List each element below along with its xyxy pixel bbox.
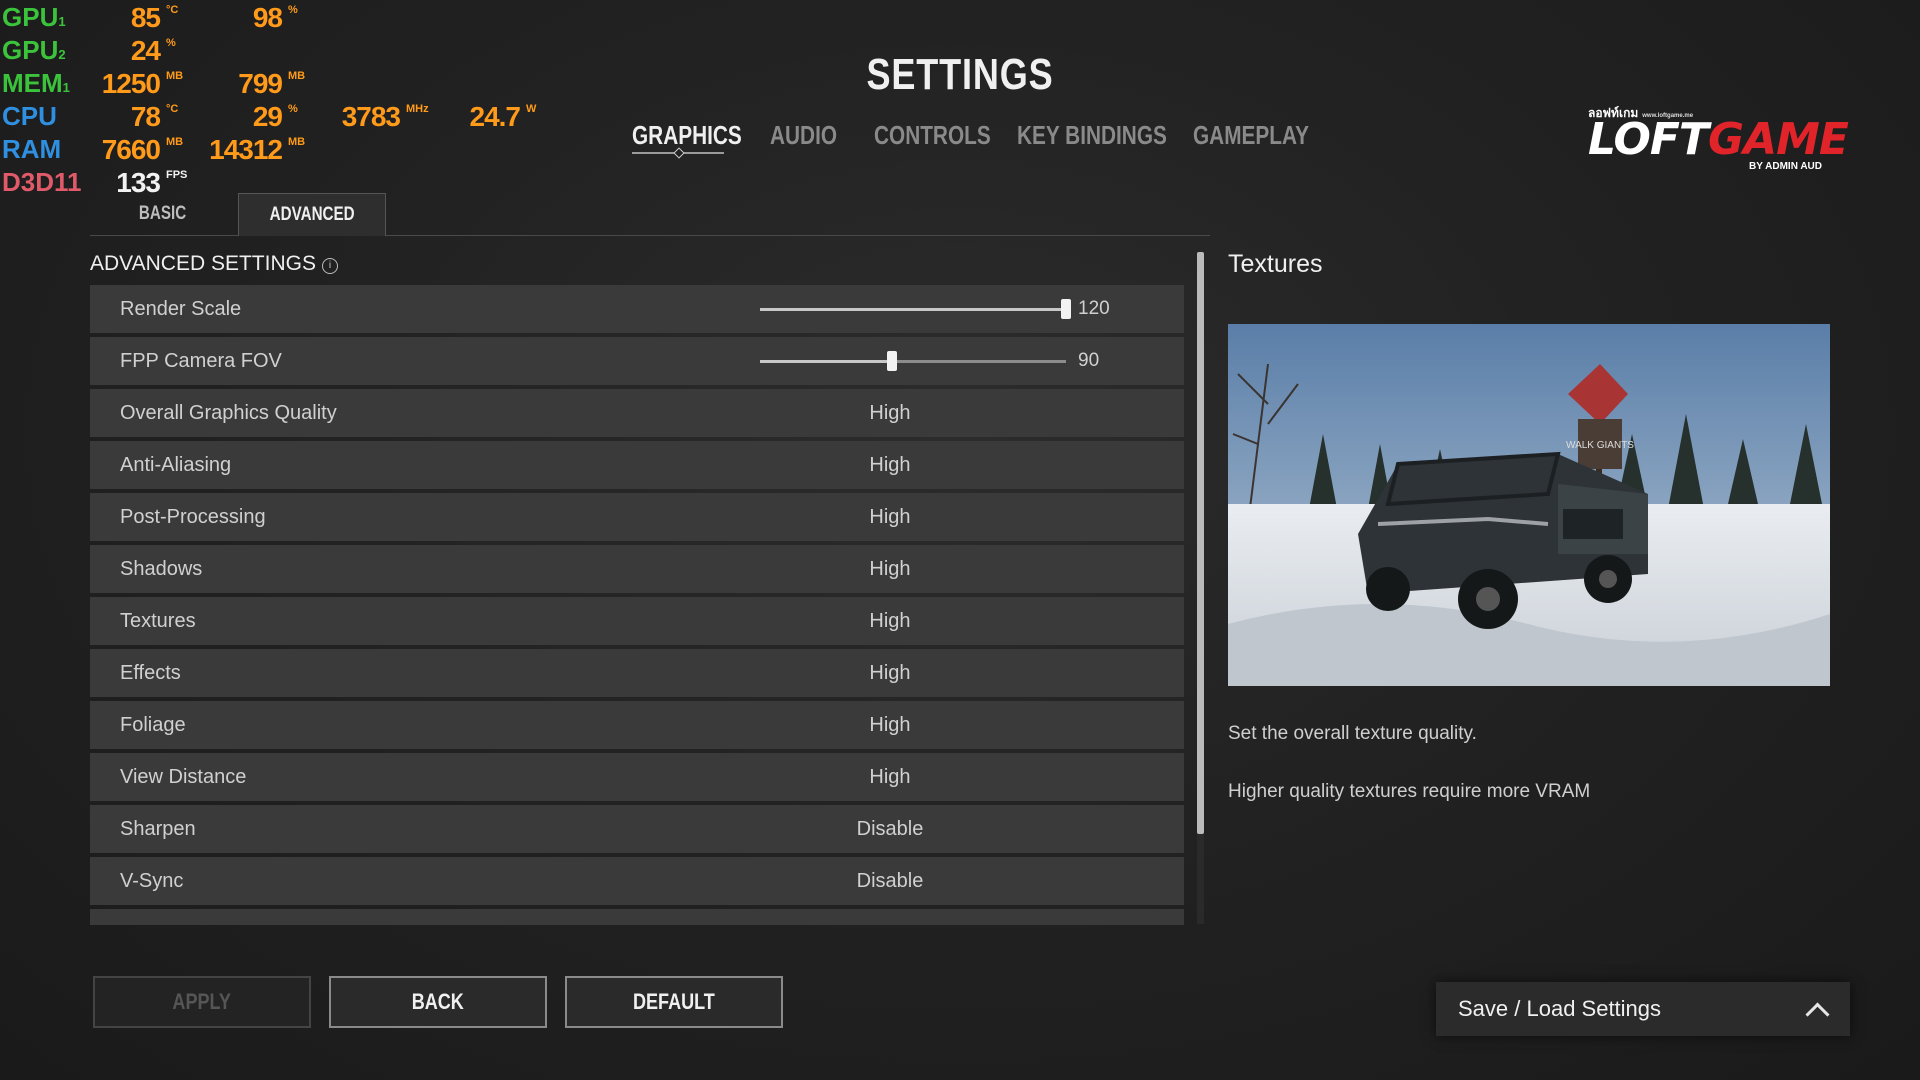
setting-label: Effects bbox=[120, 662, 181, 684]
slider-fill bbox=[760, 308, 1066, 311]
setting-label: Overall Graphics Quality bbox=[120, 402, 337, 424]
setting-value[interactable]: Disable bbox=[790, 805, 990, 853]
osd-unit: °C bbox=[166, 103, 179, 115]
slider-value: 90 bbox=[1078, 350, 1100, 371]
setting-label: V-Sync bbox=[120, 870, 184, 892]
osd-unit: % bbox=[288, 103, 298, 115]
setting-label: View Distance bbox=[120, 766, 247, 788]
page-title: SETTINGS bbox=[866, 50, 1054, 99]
description-line-1: Set the overall texture quality. bbox=[1228, 723, 1477, 744]
render-scale-slider[interactable] bbox=[760, 299, 1071, 319]
graphics-subtabs: BASIC ADVANCED bbox=[90, 193, 1210, 236]
save-load-label: Save / Load Settings bbox=[1458, 996, 1662, 1021]
osd-value: 24 bbox=[130, 35, 161, 66]
setting-row-textures[interactable]: Textures High bbox=[90, 597, 1184, 645]
setting-value[interactable]: High bbox=[790, 493, 990, 541]
setting-label: Sharpen bbox=[120, 818, 196, 840]
setting-value[interactable]: High bbox=[790, 545, 990, 593]
osd-unit: FPS bbox=[166, 169, 188, 181]
osd-label: GPU2 bbox=[2, 35, 66, 65]
setting-row-partial[interactable] bbox=[90, 909, 1184, 925]
logo-sub-text: BY ADMIN AUD bbox=[1749, 161, 1822, 172]
setting-row-foliage[interactable]: Foliage High bbox=[90, 701, 1184, 749]
setting-value[interactable]: High bbox=[790, 753, 990, 801]
setting-label: Foliage bbox=[120, 714, 186, 736]
osd-label: RAM bbox=[2, 134, 62, 164]
setting-row-sharpen[interactable]: Sharpen Disable bbox=[90, 805, 1184, 853]
description-title: Textures bbox=[1228, 250, 1323, 278]
setting-label: Render Scale bbox=[120, 298, 242, 320]
setting-row-anti-aliasing[interactable]: Anti-Aliasing High bbox=[90, 441, 1184, 489]
tab-graphics[interactable]: GRAPHICS bbox=[632, 120, 742, 151]
fov-slider[interactable] bbox=[760, 351, 1066, 371]
loftgame-logo: ลอฟท์เกม www.loftgame.me LOFTGAME BY ADMI… bbox=[1588, 104, 1849, 172]
apply-button[interactable]: APPLY bbox=[93, 976, 311, 1028]
setting-label: Textures bbox=[120, 610, 196, 632]
logo-main-text: LOFTGAME bbox=[1588, 114, 1849, 165]
osd-label: MEM1 bbox=[2, 68, 70, 98]
osd-value: 29 bbox=[252, 101, 283, 132]
osd-value: 1250 bbox=[101, 68, 161, 99]
setting-row-effects[interactable]: Effects High bbox=[90, 649, 1184, 697]
setting-value[interactable]: High bbox=[790, 389, 990, 437]
osd-label: D3D11 bbox=[2, 167, 82, 197]
osd-value: 78 bbox=[130, 101, 161, 132]
osd-value: 3783 bbox=[341, 101, 401, 132]
osd-value: 24.7 bbox=[469, 101, 521, 132]
osd-unit: % bbox=[288, 4, 298, 16]
setting-value[interactable]: Disable bbox=[790, 857, 990, 905]
info-icon[interactable]: i bbox=[321, 258, 338, 274]
setting-label: Shadows bbox=[120, 558, 203, 580]
preview-image: WALK GIANTS bbox=[1228, 324, 1830, 686]
osd-value: 98 bbox=[252, 2, 283, 33]
osd-unit: % bbox=[166, 37, 176, 49]
description-line-2: Higher quality textures require more VRA… bbox=[1228, 781, 1591, 802]
osd-unit: °C bbox=[166, 4, 179, 16]
setting-row-post-processing[interactable]: Post-Processing High bbox=[90, 493, 1184, 541]
tab-audio[interactable]: AUDIO bbox=[770, 120, 837, 151]
osd-label: GPU1 bbox=[2, 2, 66, 32]
subtab-advanced[interactable]: ADVANCED bbox=[238, 193, 386, 236]
setting-label: Post-Processing bbox=[120, 506, 266, 528]
setting-value[interactable]: High bbox=[790, 597, 990, 645]
osd-value: 14312 bbox=[209, 134, 283, 165]
settings-list: Render Scale 120 FPP Camera FOV 90 Overa… bbox=[90, 285, 1184, 925]
section-heading: ADVANCED SETTINGS i bbox=[90, 252, 338, 276]
chevron-up-icon bbox=[1805, 1002, 1830, 1027]
setting-row-view-distance[interactable]: View Distance High bbox=[90, 753, 1184, 801]
setting-row-render-scale[interactable]: Render Scale 120 bbox=[90, 285, 1184, 333]
setting-value[interactable]: High bbox=[790, 701, 990, 749]
osd-value: 7660 bbox=[101, 134, 161, 165]
setting-label: FPP Camera FOV bbox=[120, 350, 282, 372]
setting-value[interactable]: High bbox=[790, 649, 990, 697]
tab-controls[interactable]: CONTROLS bbox=[874, 120, 991, 151]
back-button[interactable]: BACK bbox=[329, 976, 547, 1028]
slider-value: 120 bbox=[1078, 298, 1110, 319]
svg-text:WALK GIANTS: WALK GIANTS bbox=[1566, 440, 1634, 451]
setting-row-fpp-camera-fov[interactable]: FPP Camera FOV 90 bbox=[90, 337, 1184, 385]
setting-value[interactable]: High bbox=[790, 441, 990, 489]
section-heading-label: ADVANCED SETTINGS bbox=[90, 252, 316, 275]
setting-row-shadows[interactable]: Shadows High bbox=[90, 545, 1184, 593]
save-load-settings-button[interactable]: Save / Load Settings bbox=[1436, 982, 1850, 1036]
tab-gameplay[interactable]: GAMEPLAY bbox=[1193, 120, 1309, 151]
subtab-basic[interactable]: BASIC bbox=[90, 193, 236, 235]
osd-unit: MHz bbox=[406, 103, 429, 115]
osd-unit: MB bbox=[288, 136, 306, 148]
settings-scrollbar[interactable] bbox=[1197, 252, 1204, 834]
slider-thumb[interactable] bbox=[1061, 299, 1071, 319]
slider-fill bbox=[760, 360, 892, 363]
setting-row-overall-graphics-quality[interactable]: Overall Graphics Quality High bbox=[90, 389, 1184, 437]
osd-label: CPU bbox=[2, 101, 57, 131]
osd-unit: W bbox=[526, 103, 537, 115]
tab-key-bindings[interactable]: KEY BINDINGS bbox=[1017, 120, 1167, 151]
osd-unit: MB bbox=[166, 136, 184, 148]
setting-label: Anti-Aliasing bbox=[120, 454, 232, 476]
slider-thumb[interactable] bbox=[886, 351, 897, 371]
setting-row-v-sync[interactable]: V-Sync Disable bbox=[90, 857, 1184, 905]
default-button[interactable]: DEFAULT bbox=[565, 976, 783, 1028]
osd-value: 85 bbox=[130, 2, 161, 33]
osd-row: GPU1 85 °C 98% bbox=[0, 2, 1920, 34]
